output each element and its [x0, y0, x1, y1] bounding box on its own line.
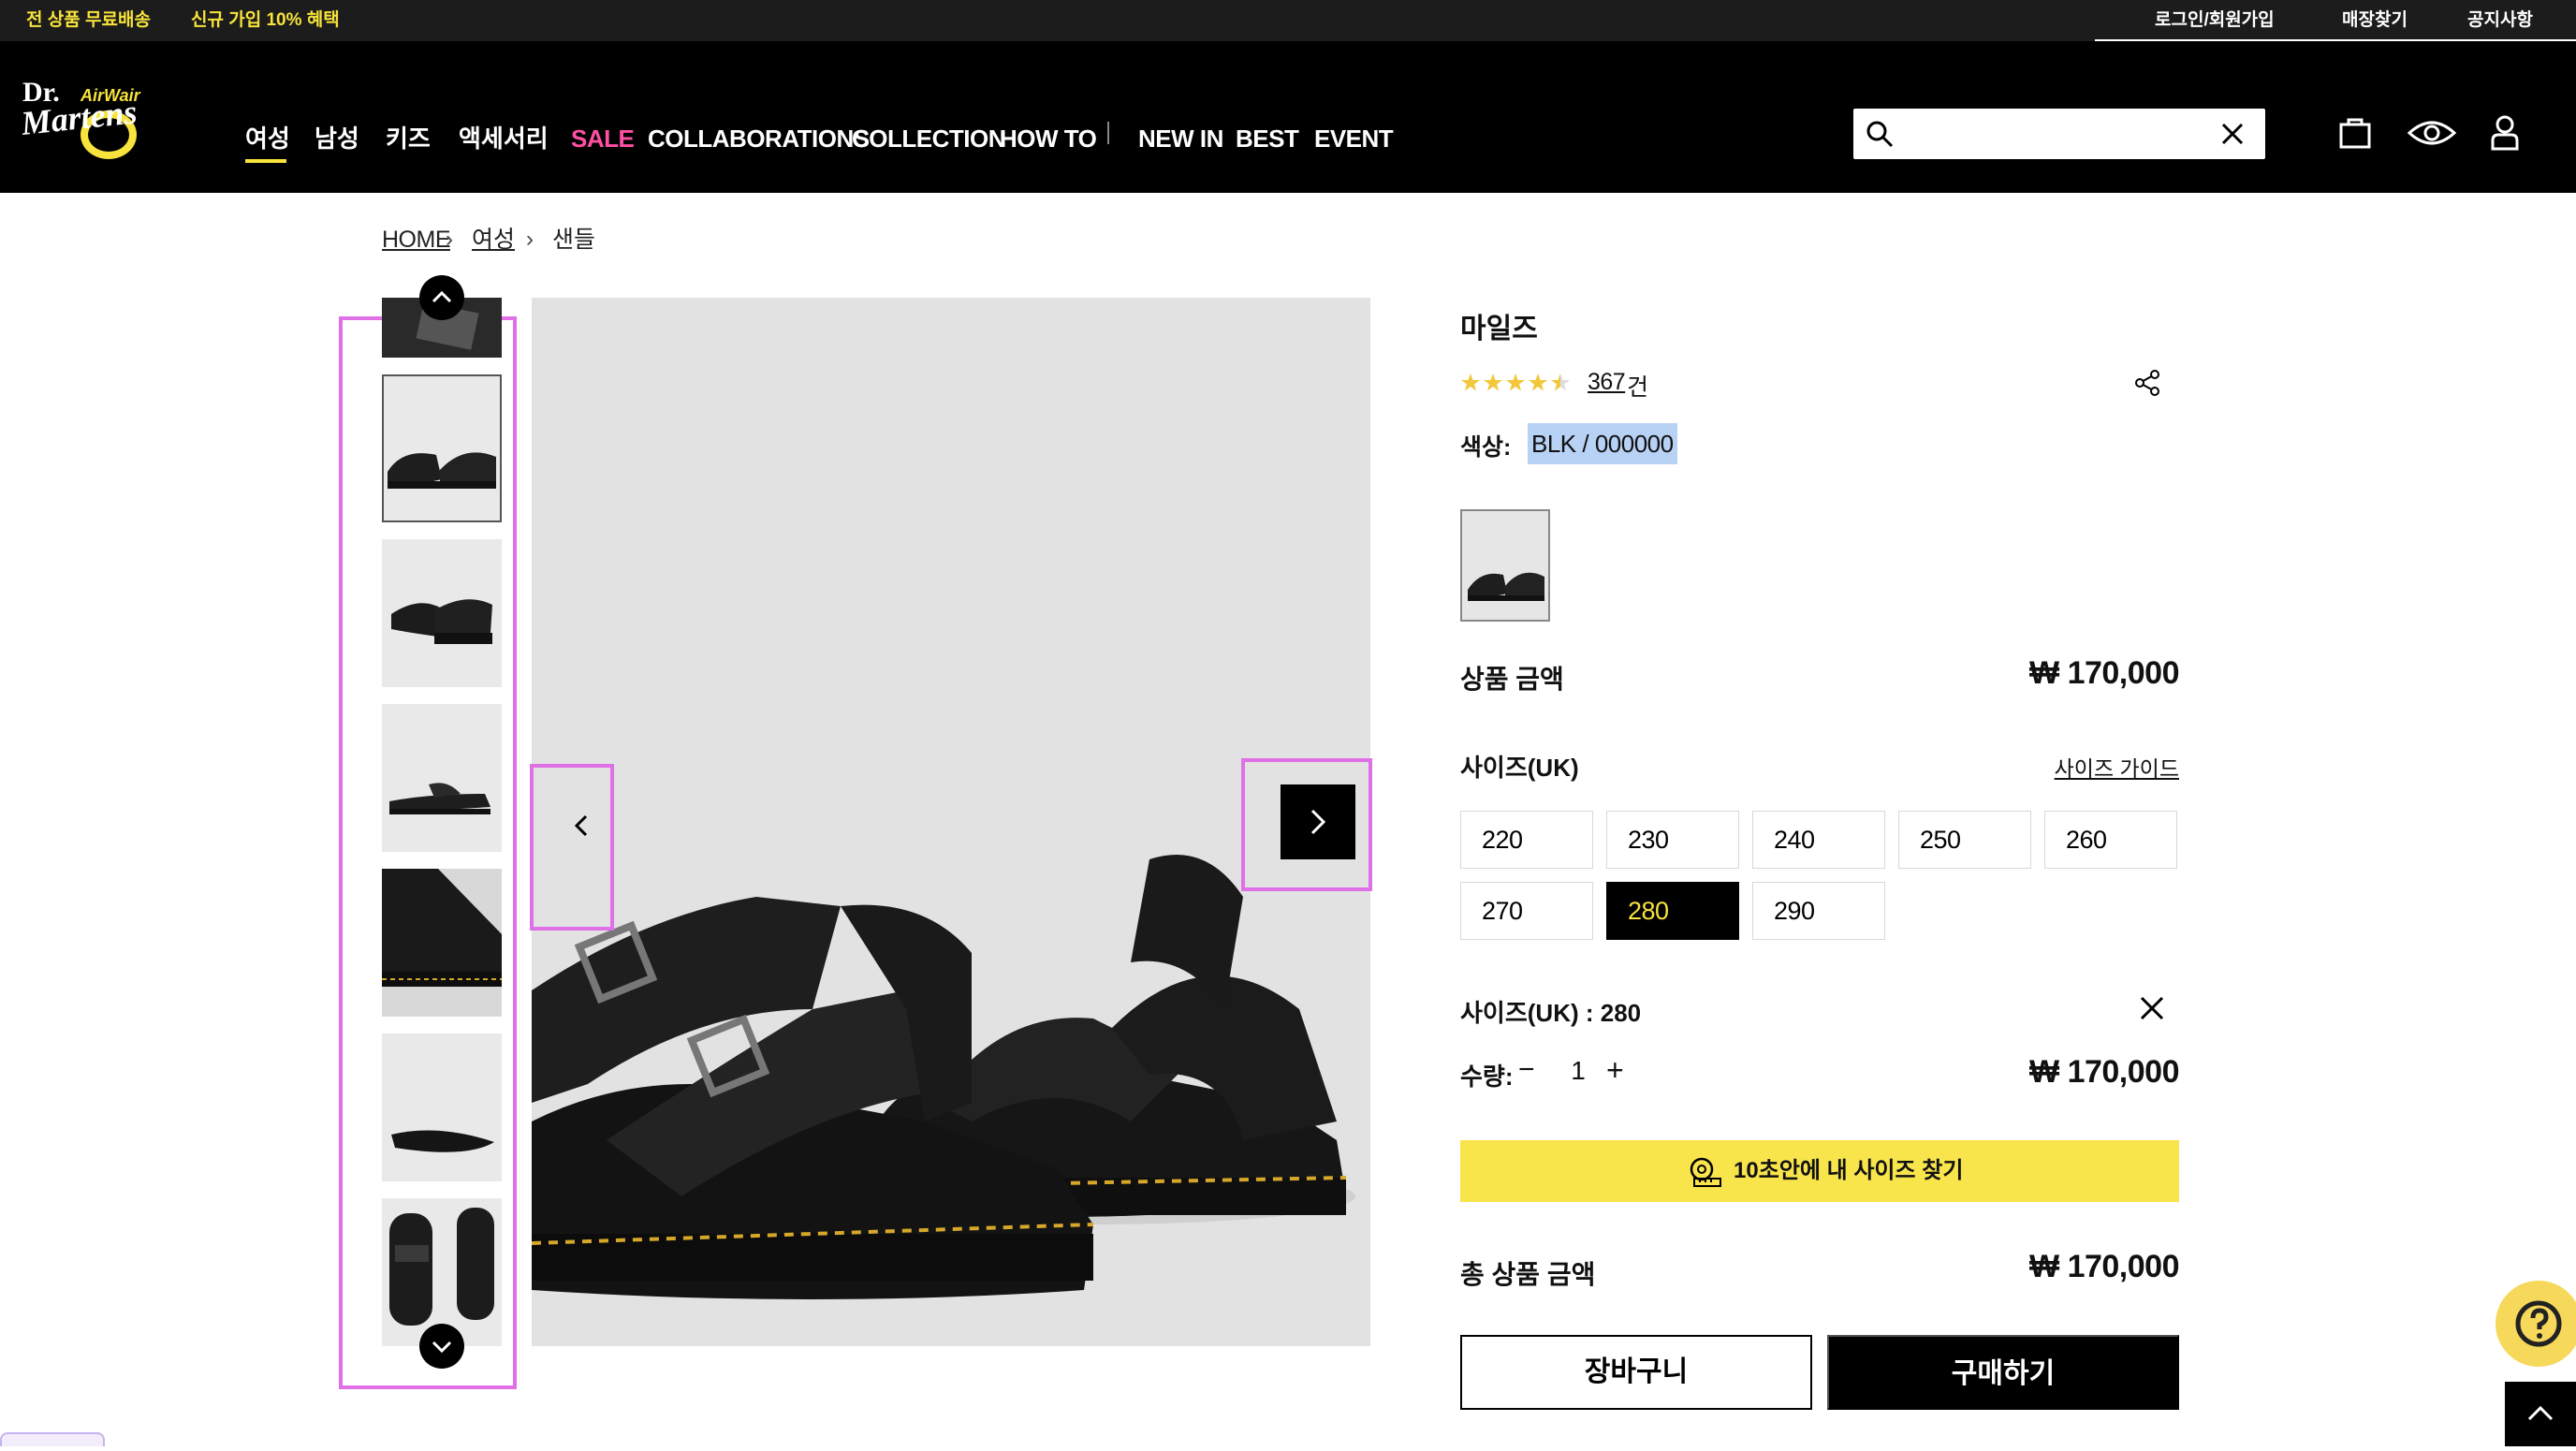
- remove-option-close-icon[interactable]: [2138, 994, 2166, 1022]
- prev-image-button[interactable]: [554, 798, 610, 854]
- size-guide-link[interactable]: 사이즈 가이드: [2055, 751, 2179, 783]
- nav-sale[interactable]: SALE: [571, 120, 635, 157]
- thumbnail-scroll-up-button[interactable]: [419, 275, 464, 320]
- total-price-label: 총 상품 금액: [1460, 1260, 1596, 1289]
- help-icon: [2515, 1300, 2562, 1347]
- price-label: 상품 금액: [1460, 665, 1564, 694]
- product-title: 마일즈: [1460, 314, 1538, 344]
- close-icon[interactable]: [2218, 120, 2247, 148]
- next-image-button[interactable]: [1281, 784, 1355, 859]
- nav-collaborations[interactable]: COLLABORATIONS: [648, 120, 870, 157]
- nav-accessories[interactable]: 액세서리: [459, 120, 549, 157]
- quantity-increase-button[interactable]: +: [1606, 1055, 1634, 1088]
- thumbnail-3[interactable]: [382, 704, 502, 852]
- nav-how-to[interactable]: HOW TO: [1000, 120, 1097, 157]
- main-header: Dr. Martens AirWair 여성 남성 키즈 액세서리 SALE C…: [0, 41, 2576, 193]
- line-price: ₩ 170,000: [2029, 1054, 2179, 1090]
- size-label: 사이즈(UK): [1460, 754, 1579, 782]
- color-swatch[interactable]: [1460, 509, 1550, 622]
- nav-divider: [1107, 122, 1109, 144]
- size-option[interactable]: 220: [1460, 811, 1593, 869]
- nav-new-in[interactable]: NEW IN: [1138, 120, 1223, 157]
- help-chat-button[interactable]: [2496, 1281, 2576, 1367]
- search-icon[interactable]: [1865, 119, 1895, 149]
- size-option[interactable]: 230: [1606, 811, 1739, 869]
- promo-free-shipping[interactable]: 전 상품 무료배송: [26, 0, 151, 41]
- notice-link[interactable]: 공지사항: [2467, 0, 2533, 41]
- color-label: 색상:: [1460, 434, 1512, 461]
- rating-stars: [1461, 374, 1570, 391]
- quantity-decrease-button[interactable]: −: [1518, 1056, 1546, 1088]
- chevron-up-icon: [2527, 1405, 2554, 1421]
- quantity-label: 수량:: [1460, 1063, 1514, 1091]
- total-price: ₩ 170,000: [2029, 1249, 2179, 1284]
- breadcrumb-separator-icon: ›: [446, 227, 453, 252]
- breadcrumb-home[interactable]: HOME: [382, 223, 451, 256]
- scroll-to-top-button[interactable]: [2505, 1382, 2576, 1446]
- breadcrumb-separator-icon: ›: [526, 227, 534, 252]
- size-option[interactable]: 260: [2044, 811, 2177, 869]
- thumbnail-scroll-down-button[interactable]: [419, 1324, 464, 1369]
- nav-best[interactable]: BEST: [1236, 120, 1299, 157]
- side-tab[interactable]: [0, 1432, 105, 1446]
- nav-active-indicator: [245, 159, 286, 163]
- review-unit: 건: [1627, 374, 1649, 401]
- thumbnail-1[interactable]: [382, 374, 502, 522]
- size-option-selected[interactable]: 280: [1606, 882, 1739, 940]
- quantity-value[interactable]: 1: [1569, 1056, 1588, 1086]
- nav-women[interactable]: 여성: [245, 120, 290, 157]
- chevron-right-icon: [1310, 809, 1326, 835]
- store-finder-link[interactable]: 매장찾기: [2342, 0, 2408, 41]
- share-icon[interactable]: [2132, 368, 2162, 398]
- chevron-up-icon: [432, 290, 452, 303]
- review-count-link[interactable]: 367: [1588, 369, 1626, 396]
- breadcrumb-women[interactable]: 여성: [472, 223, 515, 256]
- nav-men[interactable]: 남성: [315, 120, 359, 157]
- buy-now-button[interactable]: 구매하기: [1827, 1335, 2179, 1410]
- brand-logo[interactable]: Dr. Martens AirWair: [19, 69, 187, 165]
- size-option[interactable]: 240: [1752, 811, 1885, 869]
- size-option[interactable]: 290: [1752, 882, 1885, 940]
- nav-collection[interactable]: COLLECTION: [852, 120, 1006, 157]
- thumbnail-4[interactable]: [382, 869, 502, 1017]
- eye-icon[interactable]: [2408, 110, 2456, 155]
- selected-size-text: 사이즈(UK) : 280: [1460, 999, 1642, 1027]
- size-option[interactable]: 270: [1460, 882, 1593, 940]
- nav-event[interactable]: EVENT: [1314, 120, 1394, 157]
- nav-kids[interactable]: 키즈: [386, 120, 431, 157]
- svg-text:AirWair: AirWair: [80, 86, 141, 105]
- size-finder-label: 10초안에 내 사이즈 찾기: [1734, 1158, 1964, 1183]
- breadcrumb-sandals: 샌들: [552, 227, 596, 253]
- user-icon[interactable]: [2482, 110, 2527, 155]
- size-finder-button[interactable]: 10초안에 내 사이즈 찾기: [1460, 1140, 2179, 1202]
- chevron-down-icon: [432, 1341, 452, 1354]
- login-link[interactable]: 로그인/회원가입: [2155, 0, 2275, 41]
- search-input[interactable]: [1906, 116, 2205, 152]
- search-box: [1853, 109, 2265, 159]
- ruler-icon: [1690, 1157, 1721, 1187]
- chevron-left-icon: [574, 814, 588, 837]
- thumbnail-2[interactable]: [382, 539, 502, 687]
- promo-signup-benefit[interactable]: 신규 가입 10% 혜택: [191, 0, 340, 41]
- add-to-cart-button[interactable]: 장바구니: [1460, 1335, 1812, 1410]
- bag-icon[interactable]: [2333, 110, 2378, 155]
- color-value: BLK / 000000: [1528, 423, 1677, 464]
- product-price: ₩ 170,000: [2029, 655, 2179, 691]
- thumbnail-5[interactable]: [382, 1033, 502, 1181]
- top-utility-bar: 전 상품 무료배송 신규 가입 10% 혜택 로그인/회원가입 매장찾기 공지사…: [0, 0, 2576, 41]
- size-option[interactable]: 250: [1898, 811, 2031, 869]
